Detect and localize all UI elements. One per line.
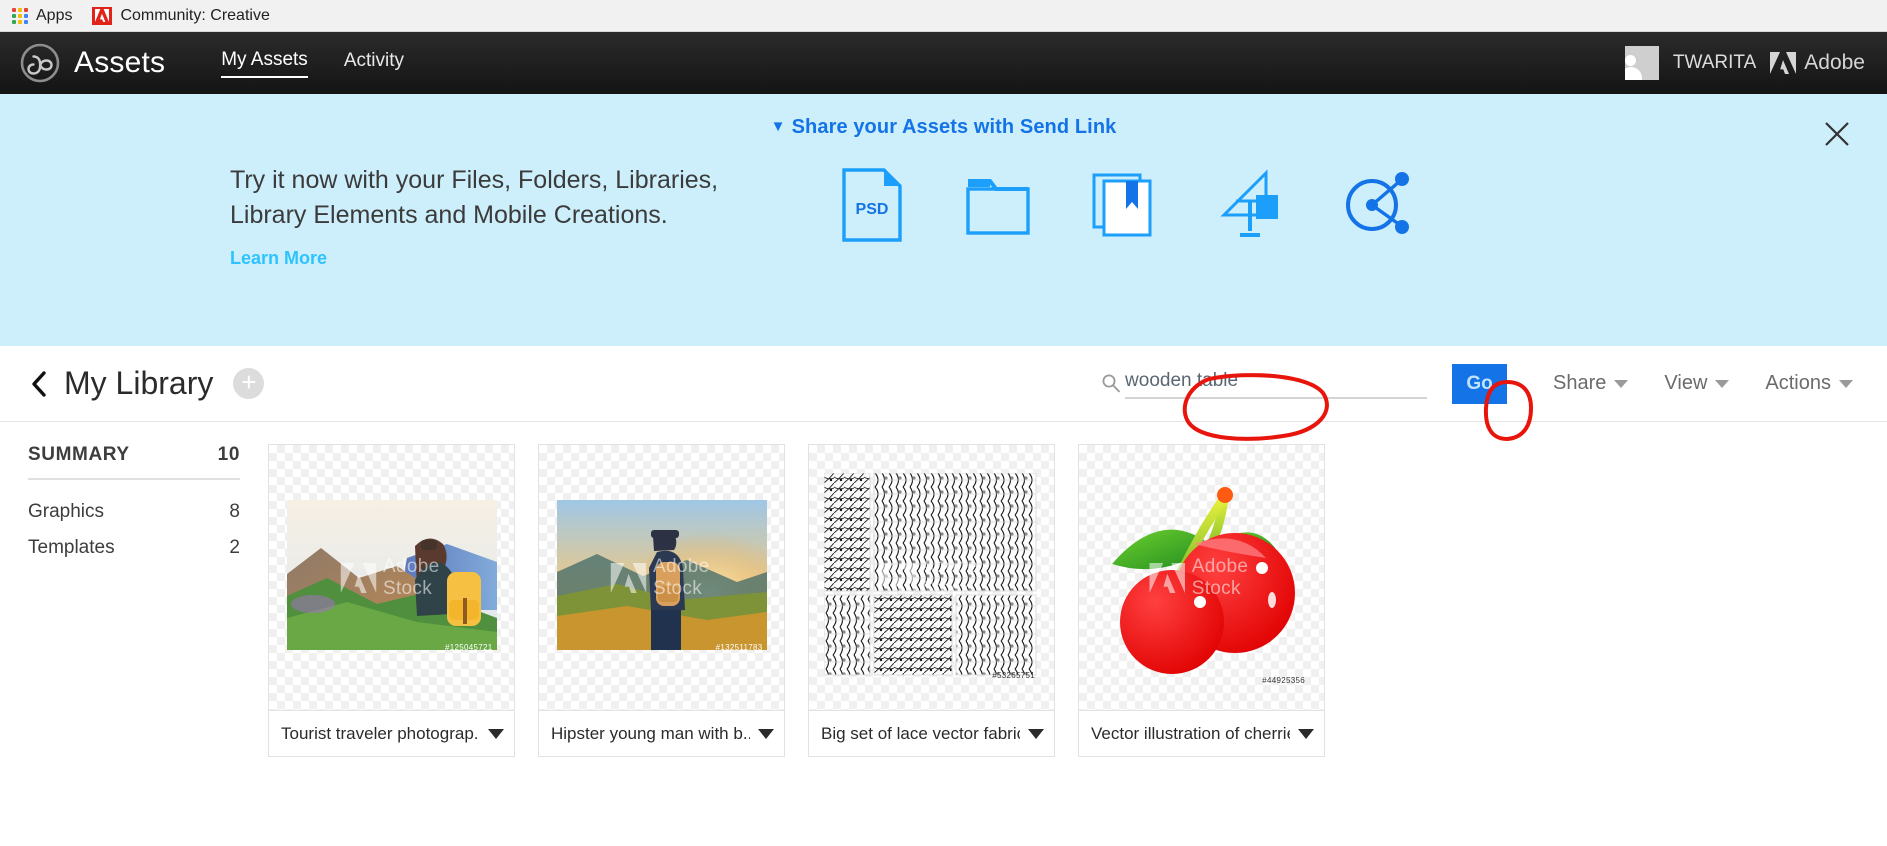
asset-menu-caret-icon[interactable] bbox=[488, 728, 504, 739]
primary-nav: My Assets Activity bbox=[221, 49, 404, 78]
stock-id-label: #44925356 bbox=[1262, 675, 1305, 685]
asset-thumbnail[interactable]: Adobe Stock #125045721 bbox=[269, 445, 514, 710]
banner-close-button[interactable] bbox=[1821, 118, 1853, 150]
banner-headline[interactable]: ▼ Share your Assets with Send Link bbox=[0, 94, 1887, 139]
stock-id-label: #53265751 bbox=[992, 670, 1035, 680]
summary-sidebar: SUMMARY 10 Graphics 8 Templates 2 bbox=[0, 444, 268, 757]
mobile-creation-icon bbox=[1342, 167, 1410, 243]
banner-copy: Try it now with your Files, Folders, Lib… bbox=[230, 163, 800, 269]
go-button[interactable]: Go bbox=[1452, 363, 1508, 404]
creative-cloud-icon bbox=[20, 43, 60, 83]
search-area: Go bbox=[1101, 363, 1508, 404]
actions-menu[interactable]: Actions bbox=[1765, 372, 1853, 395]
svg-text:PSD: PSD bbox=[856, 201, 889, 218]
back-chevron-icon[interactable] bbox=[30, 370, 48, 397]
summary-item-graphics[interactable]: Graphics 8 bbox=[28, 494, 240, 530]
thumbnail-image-cherries: Adobe Stock #44925356 bbox=[1094, 468, 1309, 688]
asset-title: Vector illustration of cherries bbox=[1091, 723, 1290, 743]
asset-caption: Vector illustration of cherries bbox=[1079, 710, 1324, 756]
adobe-label: Adobe bbox=[1804, 51, 1865, 74]
apps-grid-icon bbox=[12, 7, 28, 24]
add-asset-button[interactable]: + bbox=[233, 368, 265, 399]
library-icon bbox=[1090, 167, 1158, 243]
browser-bookmark-bar: Apps Community: Creative bbox=[0, 0, 1887, 32]
thumbnail-image-man-backpack: Adobe Stock #132511783 bbox=[556, 500, 767, 655]
asset-caption: Tourist traveler photograp... bbox=[269, 710, 514, 756]
chevron-down-icon bbox=[1614, 379, 1629, 388]
asset-caption: Big set of lace vector fabric... bbox=[809, 710, 1054, 756]
summary-divider bbox=[28, 478, 240, 480]
asset-title: Hipster young man with b... bbox=[551, 723, 750, 743]
adobe-logo-icon bbox=[1770, 52, 1797, 74]
toolbar-menus: Share View Actions bbox=[1553, 372, 1887, 395]
asset-thumbnail[interactable]: Adobe Stock #44925356 bbox=[1079, 445, 1324, 710]
share-menu[interactable]: Share bbox=[1553, 372, 1629, 395]
chevron-down-icon bbox=[1715, 379, 1730, 388]
summary-item-label: Templates bbox=[28, 537, 115, 558]
summary-label: SUMMARY bbox=[28, 444, 130, 465]
search-input[interactable] bbox=[1125, 368, 1256, 399]
user-name-label[interactable]: TWARITA bbox=[1673, 52, 1756, 74]
asset-title: Tourist traveler photograp... bbox=[281, 723, 480, 743]
adobe-brand-link[interactable]: Adobe bbox=[1770, 51, 1865, 75]
adobe-logo-icon bbox=[92, 6, 113, 25]
banner-body-line-1: Try it now with your Files, Folders, Lib… bbox=[230, 166, 719, 194]
asset-menu-caret-icon[interactable] bbox=[1298, 728, 1314, 739]
asset-thumbnail[interactable]: Adobe Stock #53265751 bbox=[809, 445, 1054, 710]
banner-asset-type-icons: PSD bbox=[838, 167, 1410, 243]
bookmark-community-creative[interactable]: Community: Creative bbox=[88, 5, 273, 27]
library-element-icon bbox=[1216, 167, 1284, 243]
chevron-down-icon: ▼ bbox=[770, 118, 786, 135]
nav-tab-activity[interactable]: Activity bbox=[344, 50, 404, 77]
search-underline bbox=[1127, 397, 1428, 399]
actions-menu-label: Actions bbox=[1765, 372, 1831, 394]
learn-more-link[interactable]: Learn More bbox=[230, 248, 327, 269]
summary-header: SUMMARY 10 bbox=[28, 444, 240, 478]
app-header: Assets My Assets Activity TWARITA Adobe bbox=[0, 32, 1887, 94]
banner-headline-text: Share your Assets with Send Link bbox=[791, 116, 1117, 138]
library-toolbar: My Library + Go Share View Actions bbox=[0, 346, 1887, 422]
asset-grid: Adobe Stock #125045721 Tourist traveler … bbox=[268, 444, 1325, 757]
thumbnail-image-hiker: Adobe Stock #125045721 bbox=[286, 500, 497, 655]
search-icon bbox=[1101, 373, 1121, 393]
psd-file-icon: PSD bbox=[838, 167, 906, 243]
asset-caption: Hipster young man with b... bbox=[539, 710, 784, 756]
bookmark-apps[interactable]: Apps bbox=[8, 5, 76, 27]
summary-item-count: 8 bbox=[229, 501, 240, 522]
bookmark-apps-label: Apps bbox=[36, 6, 73, 24]
asset-card[interactable]: Adobe Stock #125045721 Tourist traveler … bbox=[268, 444, 515, 757]
asset-title: Big set of lace vector fabric... bbox=[821, 723, 1020, 743]
page-title: My Library bbox=[64, 365, 214, 401]
stock-id-label: #125045721 bbox=[445, 643, 493, 652]
view-menu-label: View bbox=[1664, 372, 1708, 394]
folder-icon bbox=[964, 167, 1032, 243]
asset-menu-caret-icon[interactable] bbox=[1028, 728, 1044, 739]
header-right-group: TWARITA Adobe bbox=[1624, 46, 1887, 80]
app-brand-title: Assets bbox=[74, 46, 166, 79]
summary-item-templates[interactable]: Templates 2 bbox=[28, 530, 240, 566]
banner-body-line-2: Library Elements and Mobile Creations. bbox=[230, 200, 668, 229]
user-avatar-icon[interactable] bbox=[1624, 46, 1659, 80]
asset-card[interactable]: Adobe Stock #44925356 Vector illustratio… bbox=[1078, 444, 1325, 757]
share-menu-label: Share bbox=[1553, 372, 1607, 394]
chevron-down-icon bbox=[1839, 379, 1853, 388]
asset-thumbnail[interactable]: Adobe Stock #132511783 bbox=[539, 445, 784, 710]
nav-tab-my-assets[interactable]: My Assets bbox=[221, 49, 308, 78]
asset-card[interactable]: Adobe Stock #53265751 Big set of lace ve… bbox=[808, 444, 1055, 757]
thumbnail-image-lace-vector: Adobe Stock #53265751 bbox=[823, 472, 1039, 683]
search-box bbox=[1101, 368, 1428, 399]
bookmark-community-label: Community: Creative bbox=[120, 6, 270, 24]
asset-card[interactable]: Adobe Stock #132511783 Hipster young man… bbox=[538, 444, 785, 757]
view-menu[interactable]: View bbox=[1664, 372, 1730, 395]
asset-menu-caret-icon[interactable] bbox=[758, 728, 774, 739]
send-link-promo-banner: ▼ Share your Assets with Send Link Try it… bbox=[0, 94, 1887, 346]
summary-count: 10 bbox=[217, 444, 240, 465]
library-content: SUMMARY 10 Graphics 8 Templates 2 Adobe … bbox=[0, 422, 1887, 757]
summary-item-label: Graphics bbox=[28, 501, 105, 522]
summary-item-count: 2 bbox=[229, 537, 240, 558]
stock-id-label: #132511783 bbox=[715, 643, 763, 652]
